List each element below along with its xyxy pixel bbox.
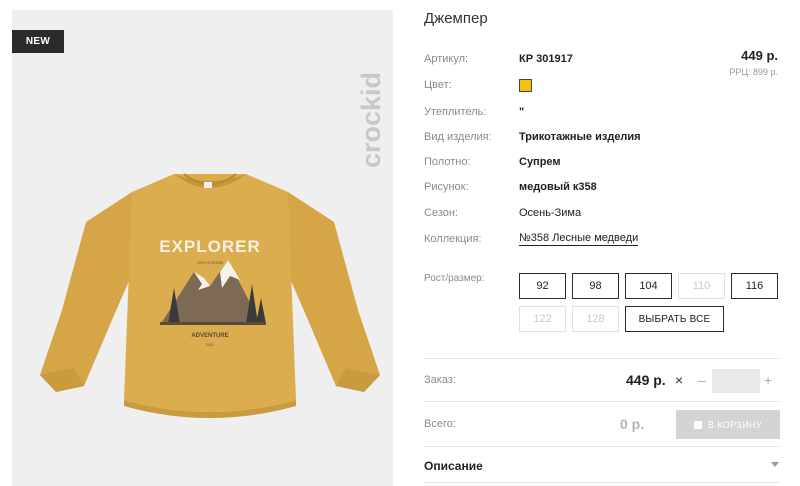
spec-row-insulation: Утеплитель: " (424, 104, 524, 120)
svg-text:crockid: crockid (356, 72, 386, 168)
quantity-input[interactable] (712, 369, 760, 393)
spec-label: Коллекция: (424, 233, 482, 245)
product-rrp: РРЦ: 899 р. (729, 67, 778, 77)
increase-quantity-button[interactable]: + (764, 372, 772, 388)
size-button-110: 110 (678, 273, 725, 299)
svg-text:ADVENTURE: ADVENTURE (191, 333, 228, 339)
spec-label: Сезон: (424, 207, 458, 219)
spec-label: Вид изделия: (424, 131, 492, 143)
total-label: Всего: (424, 418, 456, 430)
size-button-128: 128 (572, 306, 619, 332)
times-icon: × (675, 372, 684, 388)
divider (424, 446, 780, 447)
spec-row-fabric: Полотно: Супрем (424, 154, 561, 170)
add-to-cart-button[interactable]: В КОРЗИНУ (676, 410, 780, 439)
product-title: Джемпер (424, 10, 488, 27)
product-image-panel[interactable]: NEW crockid EXPLORER LIFE IS GOOD ADVENT… (12, 10, 393, 486)
crockid-logo: crockid (356, 72, 386, 168)
spec-row-season: Сезон: Осень-Зима (424, 205, 581, 221)
spec-label: Цвет: (424, 79, 452, 91)
select-all-sizes-button[interactable]: ВЫБРАТЬ ВСЕ (625, 306, 724, 332)
spec-value-fabric: Супрем (519, 156, 561, 168)
order-label: Заказ: (424, 374, 456, 386)
size-button-92[interactable]: 92 (519, 273, 566, 299)
spec-label: Полотно: (424, 156, 471, 168)
description-toggle[interactable]: Описание (424, 459, 483, 473)
spec-row-article: Артикул: КР 301917 (424, 51, 573, 67)
divider (424, 358, 780, 359)
divider (424, 482, 780, 483)
spec-row-color: Цвет: (424, 77, 532, 93)
svg-text:2021: 2021 (206, 343, 214, 347)
decrease-quantity-button[interactable]: – (698, 372, 706, 388)
svg-text:LIFE IS GOOD: LIFE IS GOOD (197, 260, 224, 265)
spec-value-article: КР 301917 (519, 53, 573, 65)
spec-value-season: Осень-Зима (519, 207, 582, 219)
sweater-illustration: EXPLORER LIFE IS GOOD ADVENTURE 2021 (40, 173, 380, 418)
size-button-116[interactable]: 116 (731, 273, 778, 299)
spec-row-collection: Коллекция: №358 Лесные медведи (424, 231, 639, 247)
size-label: Рост/размер: (424, 273, 485, 284)
cart-icon (693, 420, 702, 429)
order-price: 449 р. (626, 372, 666, 388)
size-button-122: 122 (519, 306, 566, 332)
price-block: 449 р. РРЦ: 899 р. (729, 48, 778, 77)
spec-row-type: Вид изделия: Трикотажные изделия (424, 129, 641, 145)
spec-row-pattern: Рисунок: медовый к358 (424, 179, 597, 195)
chevron-down-icon[interactable] (771, 462, 779, 467)
spec-value-insulation: " (519, 106, 525, 118)
product-price: 449 р. (741, 48, 778, 63)
print-explorer-text: EXPLORER (159, 237, 261, 256)
spec-label: Рисунок: (424, 181, 469, 193)
spec-value-pattern: медовый к358 (519, 181, 597, 193)
new-badge: NEW (12, 30, 64, 53)
spec-label: Артикул: (424, 53, 469, 65)
spec-label: Утеплитель: (424, 106, 487, 118)
color-swatch[interactable] (519, 78, 532, 92)
divider (424, 401, 780, 402)
add-to-cart-label: В КОРЗИНУ (707, 419, 763, 430)
spec-value-type: Трикотажные изделия (519, 131, 641, 143)
size-button-104[interactable]: 104 (625, 273, 672, 299)
total-value: 0 р. (620, 416, 645, 432)
size-button-98[interactable]: 98 (572, 273, 619, 299)
collection-link[interactable]: №358 Лесные медведи (519, 232, 639, 246)
